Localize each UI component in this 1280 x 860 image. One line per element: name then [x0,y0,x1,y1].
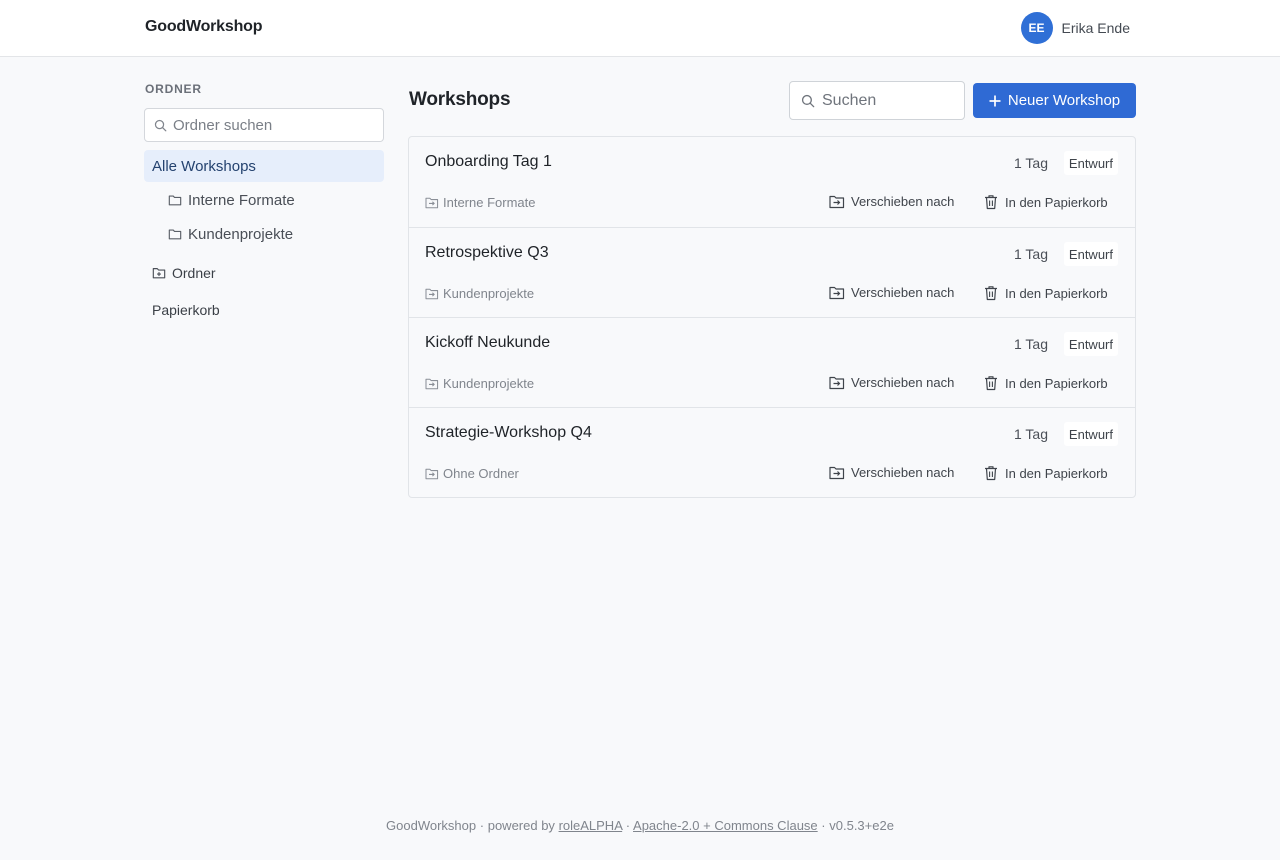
folder-sidebar: ORDNER Alle Workshops Interne Formate Ku… [144,82,384,326]
move-to-label: Verschieben nach [851,194,955,209]
company-link[interactable]: roleALPHA [559,818,623,833]
folder-move-icon [829,195,845,208]
sidebar-item-label: Papierkorb [152,302,220,318]
sidebar-item-interne-formate[interactable]: Interne Formate [144,184,384,216]
folder-icon [168,229,182,240]
folder-move-icon [425,197,439,208]
workshop-folder-label: Interne Formate [443,195,536,210]
footer-separator: · [821,818,826,833]
move-to-trash-button[interactable]: In den Papierkorb [984,375,1108,391]
new-folder-label: Ordner [172,265,216,281]
folder-move-icon [829,376,845,389]
move-to-label: Verschieben nach [851,465,955,480]
folder-move-icon [829,466,845,479]
plus-icon [989,95,1001,106]
user-menu[interactable]: EE Erika Ende [1020,12,1130,44]
workshop-folder-label: Kundenprojekte [443,286,535,301]
workshop-duration: 1 Tag [1014,155,1048,171]
workshop-duration: 1 Tag [1014,426,1048,442]
move-to-button[interactable]: Verschieben nach [829,285,954,300]
trash-icon [985,466,997,481]
sidebar-item-trash[interactable]: Papierkorb [144,294,384,326]
workshop-folder-label: Kundenprojekte [443,376,535,391]
move-to-trash-button[interactable]: In den Papierkorb [984,465,1108,481]
move-to-button[interactable]: Verschieben nach [829,465,954,480]
workshop-search [789,81,965,120]
trash-icon [985,376,997,391]
footer: GoodWorkshop · powered by roleALPHA · Ap… [0,818,1280,833]
workshop-folder: Kundenprojekte [425,286,534,301]
new-workshop-button[interactable]: Neuer Workshop [973,83,1136,118]
move-to-label: Verschieben nach [851,375,955,390]
folder-search [144,108,384,142]
move-to-trash-label: In den Papierkorb [1005,375,1108,391]
workshop-title[interactable]: Strategie-Workshop Q4 [425,424,592,442]
move-to-trash-label: In den Papierkorb [1005,285,1108,301]
move-to-trash-label: In den Papierkorb [1005,465,1108,481]
footer-separator: · [479,818,485,833]
trash-icon [985,286,997,301]
sidebar-item-kundenprojekte[interactable]: Kundenprojekte [144,218,384,250]
license-link[interactable]: Apache-2.0 + Commons Clause [633,818,818,833]
folder-move-icon [425,468,439,479]
move-to-label: Verschieben nach [851,285,955,300]
sidebar-item-all-workshops[interactable]: Alle Workshops [144,150,384,182]
folder-search-input[interactable] [173,109,378,141]
sidebar-item-label: Interne Formate [188,191,295,209]
workshop-duration: 1 Tag [1014,246,1048,262]
sidebar-item-label: Kundenprojekte [188,225,294,243]
workshop-folder-label: Ohne Ordner [443,466,519,481]
folder-move-icon [425,378,439,389]
top-bar: GoodWorkshop EE Erika Ende [0,0,1280,57]
sidebar-item-label: Alle Workshops [152,157,256,175]
status-badge: Entwurf [1063,242,1118,266]
footer-separator: · [625,818,631,833]
workshop-folder: Interne Formate [425,195,536,210]
footer-product: GoodWorkshop [386,818,477,833]
move-to-trash-button[interactable]: In den Papierkorb [984,194,1108,210]
user-name: Erika Ende [1061,20,1130,36]
workshop-title[interactable]: Retrospektive Q3 [425,244,549,262]
folder-move-icon [425,288,439,299]
folder-plus-icon [152,268,166,279]
workshop-title[interactable]: Kickoff Neukunde [425,334,550,352]
status-badge: Entwurf [1063,332,1118,356]
move-to-button[interactable]: Verschieben nach [829,194,954,209]
list-item: Strategie-Workshop Q4 1 Tag Entwurf Ohne… [409,407,1135,497]
search-icon [154,119,167,132]
search-icon [801,94,815,108]
sidebar-heading: ORDNER [145,82,202,96]
status-badge: Entwurf [1063,151,1118,175]
page-title: Workshops [409,89,511,110]
list-item: Kickoff Neukunde 1 Tag Entwurf Kundenpro… [409,317,1135,407]
new-workshop-label: Neuer Workshop [1007,92,1121,109]
workshop-list: Onboarding Tag 1 1 Tag Entwurf Interne F… [408,136,1136,498]
avatar: EE [1020,12,1053,44]
workshop-folder: Kundenprojekte [425,376,534,391]
status-badge: Entwurf [1063,422,1118,446]
workshop-duration: 1 Tag [1014,336,1048,352]
workshop-folder: Ohne Ordner [425,466,519,481]
move-to-trash-button[interactable]: In den Papierkorb [984,285,1108,301]
version-label: v0.5.3+e2e [829,818,894,833]
brand-logo[interactable]: GoodWorkshop [145,18,262,36]
trash-icon [985,195,997,210]
move-to-trash-label: In den Papierkorb [1005,194,1108,210]
folder-move-icon [829,286,845,299]
folder-icon [168,195,182,206]
list-item: Onboarding Tag 1 1 Tag Entwurf Interne F… [409,137,1135,227]
list-item: Retrospektive Q3 1 Tag Entwurf Kundenpro… [409,227,1135,317]
footer-powered-by: powered by [487,818,555,833]
new-folder-button[interactable]: Ordner [144,257,384,289]
move-to-button[interactable]: Verschieben nach [829,375,954,390]
workshop-title[interactable]: Onboarding Tag 1 [425,153,552,171]
search-input[interactable] [822,82,960,119]
